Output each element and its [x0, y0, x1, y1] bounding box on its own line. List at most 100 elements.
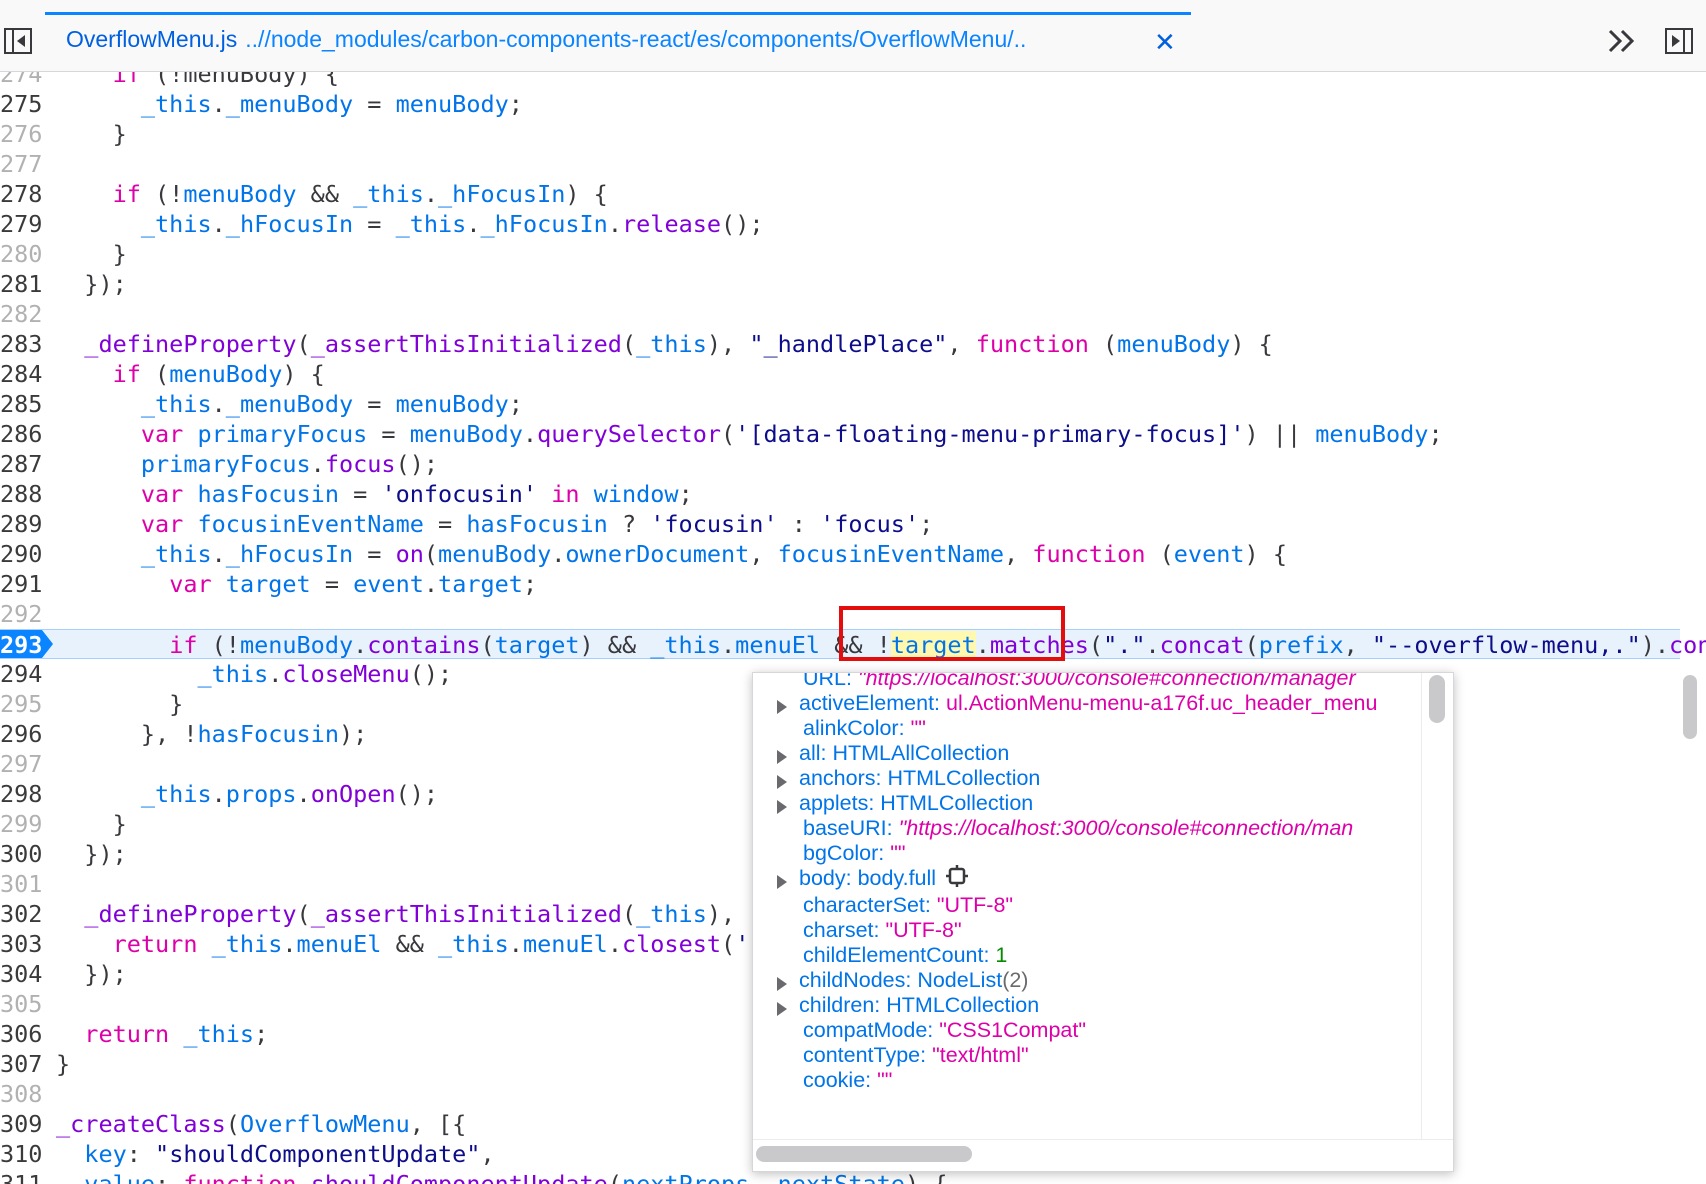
code-line[interactable]: 284 if (menuBody) { [0, 359, 1680, 389]
code-line[interactable]: 281 }); [0, 269, 1680, 299]
popup-property-row[interactable]: childNodes: NodeList(2) [753, 967, 1433, 994]
expand-triangle-icon[interactable] [777, 750, 787, 764]
line-number[interactable]: 283 [0, 329, 42, 359]
popup-property-row[interactable]: charset: "UTF-8" [753, 917, 1433, 944]
code-line[interactable]: 288 var hasFocusin = 'onfocusin' in wind… [0, 479, 1680, 509]
close-icon[interactable]: ✕ [1154, 28, 1178, 56]
code-line[interactable]: 285 _this._menuBody = menuBody; [0, 389, 1680, 419]
popup-property-row[interactable]: anchors: HTMLCollection [753, 765, 1433, 792]
code-line[interactable]: 274 if (!menuBody) { [0, 72, 1680, 89]
code-line[interactable]: 290 _this._hFocusIn = on(menuBody.ownerD… [0, 539, 1680, 569]
popup-property-row[interactable]: children: HTMLCollection [753, 992, 1433, 1019]
line-number[interactable]: 311 [0, 1169, 42, 1184]
code-line[interactable]: 287 primaryFocus.focus(); [0, 449, 1680, 479]
line-number[interactable]: 299 [0, 809, 42, 839]
code-line[interactable]: 286 var primaryFocus = menuBody.querySel… [0, 419, 1680, 449]
code-line[interactable]: 291 var target = event.target; [0, 569, 1680, 599]
line-number[interactable]: 306 [0, 1019, 42, 1049]
line-number[interactable]: 277 [0, 149, 42, 179]
line-number[interactable]: 292 [0, 599, 42, 629]
code-line[interactable]: 279 _this._hFocusIn = _this._hFocusIn.re… [0, 209, 1680, 239]
popup-property-row[interactable]: applets: HTMLCollection [753, 790, 1433, 817]
popup-property-row[interactable]: URL: "https://localhost:3000/console#con… [753, 673, 1433, 692]
property-value[interactable]: HTMLCollection [886, 993, 1039, 1017]
expand-triangle-icon[interactable] [777, 700, 787, 714]
line-number[interactable]: 307 [0, 1049, 42, 1079]
expand-triangle-icon[interactable] [777, 1002, 787, 1016]
line-number[interactable]: 291 [0, 569, 42, 599]
code-line[interactable]: 276 } [0, 119, 1680, 149]
line-number[interactable]: 276 [0, 119, 42, 149]
sidebar-left-icon[interactable] [4, 28, 32, 54]
popup-property-row[interactable]: baseURI: "https://localhost:3000/console… [753, 815, 1433, 842]
code-line[interactable]: 289 var focusinEventName = hasFocusin ? … [0, 509, 1680, 539]
popup-property-row[interactable]: contentType: "text/html" [753, 1042, 1433, 1069]
node-inspect-icon[interactable] [946, 865, 969, 894]
line-number[interactable]: 287 [0, 449, 42, 479]
line-number[interactable]: 285 [0, 389, 42, 419]
line-number[interactable]: 310 [0, 1139, 42, 1169]
popup-property-row[interactable]: activeElement: ul.ActionMenu-menu-a176f.… [753, 690, 1433, 717]
line-number[interactable]: 293 [0, 630, 42, 660]
line-number[interactable]: 288 [0, 479, 42, 509]
line-number[interactable]: 275 [0, 89, 42, 119]
line-number[interactable]: 289 [0, 509, 42, 539]
popup-vertical-scrollbar[interactable] [1429, 675, 1445, 723]
expand-triangle-icon[interactable] [777, 800, 787, 814]
line-number[interactable]: 286 [0, 419, 42, 449]
line-number[interactable]: 278 [0, 179, 42, 209]
variable-preview-popup[interactable]: URL: "https://localhost:3000/console#con… [752, 672, 1454, 1172]
expand-triangle-icon[interactable] [777, 775, 787, 789]
line-number[interactable]: 279 [0, 209, 42, 239]
line-number[interactable]: 309 [0, 1109, 42, 1139]
code-line[interactable]: 282 [0, 299, 1680, 329]
line-number[interactable]: 296 [0, 719, 42, 749]
line-number[interactable]: 280 [0, 239, 42, 269]
line-number[interactable]: 284 [0, 359, 42, 389]
popup-property-row[interactable]: compatMode: "CSS1Compat" [753, 1017, 1433, 1044]
line-number[interactable]: 294 [0, 659, 42, 689]
property-value[interactable]: NodeList [917, 968, 1002, 992]
sidebar-right-icon[interactable] [1665, 28, 1693, 54]
line-number[interactable]: 300 [0, 839, 42, 869]
popup-property-row[interactable]: characterSet: "UTF-8" [753, 892, 1433, 919]
line-number[interactable]: 305 [0, 989, 42, 1019]
code-line[interactable]: 275 _this._menuBody = menuBody; [0, 89, 1680, 119]
line-number[interactable]: 298 [0, 779, 42, 809]
popup-property-row[interactable]: all: HTMLAllCollection [753, 740, 1433, 767]
code-line[interactable]: 283 _defineProperty(_assertThisInitializ… [0, 329, 1680, 359]
property-value[interactable]: HTMLCollection [887, 766, 1040, 790]
line-number[interactable]: 282 [0, 299, 42, 329]
expand-triangle-icon[interactable] [777, 875, 787, 889]
line-number[interactable]: 304 [0, 959, 42, 989]
line-number[interactable]: 290 [0, 539, 42, 569]
editor-vertical-scrollbar[interactable] [1683, 675, 1697, 739]
line-number[interactable]: 295 [0, 689, 42, 719]
double-chevron-right-icon[interactable] [1606, 26, 1638, 56]
property-value[interactable]: body.full [858, 866, 936, 890]
line-number[interactable]: 301 [0, 869, 42, 899]
property-text: anchors: HTMLCollection [799, 765, 1040, 792]
expand-triangle-icon[interactable] [777, 977, 787, 991]
line-number[interactable]: 297 [0, 749, 42, 779]
line-number[interactable]: 303 [0, 929, 42, 959]
popup-property-row[interactable]: bgColor: "" [753, 840, 1433, 867]
line-number[interactable]: 281 [0, 269, 42, 299]
property-value[interactable]: HTMLCollection [880, 791, 1033, 815]
code-token: if [112, 360, 141, 388]
code-line[interactable]: 280 } [0, 239, 1680, 269]
popup-property-row[interactable]: body: body.full [753, 865, 1433, 892]
line-number[interactable]: 274 [0, 72, 42, 89]
popup-horizontal-scrollbar[interactable] [756, 1146, 972, 1162]
property-value[interactable]: HTMLAllCollection [832, 741, 1009, 765]
line-number[interactable]: 308 [0, 1079, 42, 1109]
popup-property-row[interactable]: cookie: "" [753, 1067, 1433, 1094]
tab-overflowmenu-js[interactable]: OverflowMenu.js ..//node_modules/carbon-c… [66, 26, 1026, 58]
code-line[interactable]: 278 if (!menuBody && _this._hFocusIn) { [0, 179, 1680, 209]
popup-property-row[interactable]: childElementCount: 1 [753, 942, 1433, 969]
line-number[interactable]: 302 [0, 899, 42, 929]
code-token: _assertThisInitialized [310, 900, 622, 928]
code-line[interactable]: 277 [0, 149, 1680, 179]
popup-property-row[interactable]: alinkColor: "" [753, 715, 1433, 742]
